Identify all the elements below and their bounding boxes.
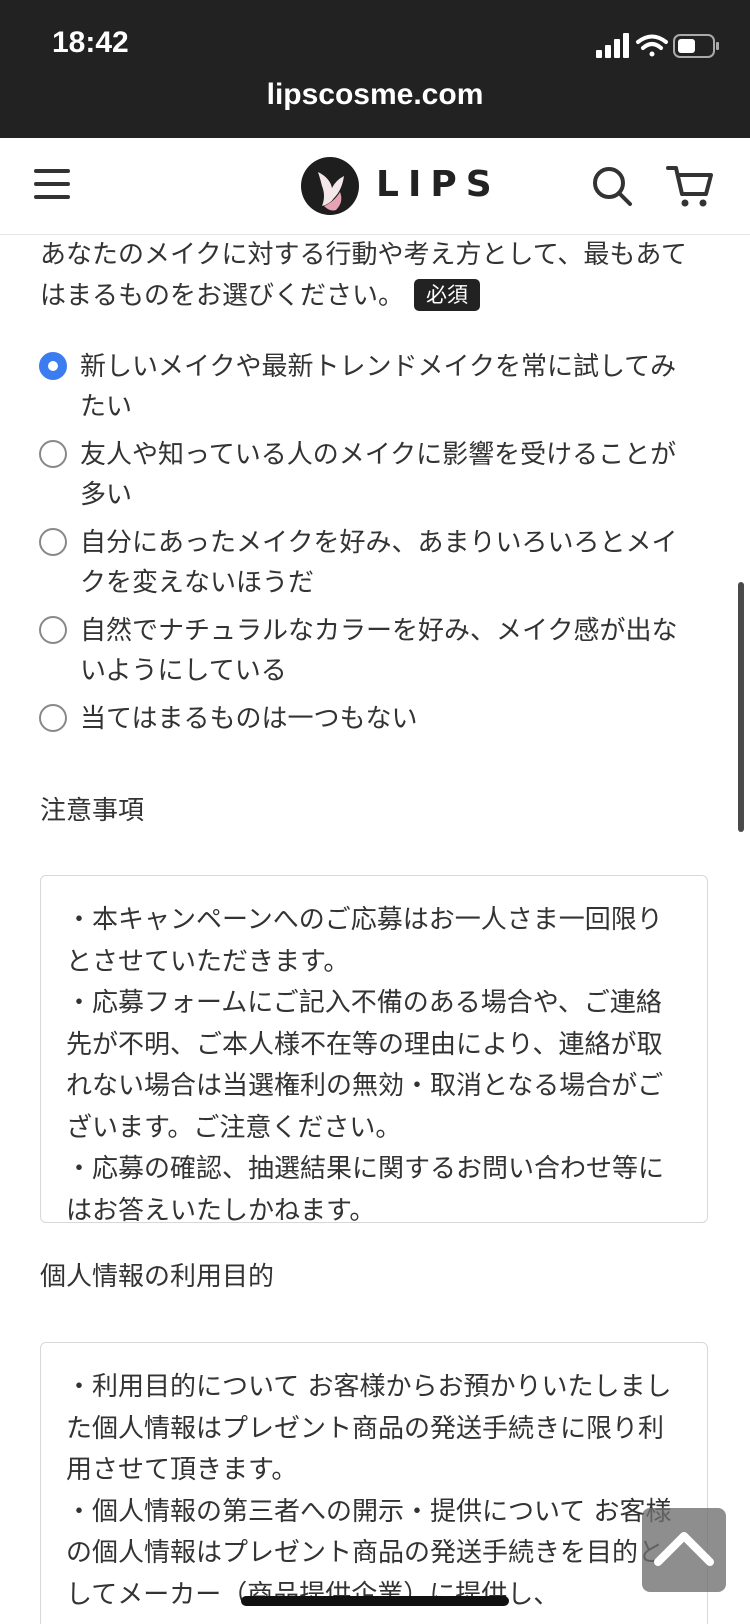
radio-option-label: 自然でナチュラルなカラーを好み、メイク感が出ないようにしている — [80, 616, 678, 686]
notice-scroll-box[interactable]: ・本キャンペーンへのご応募はお一人さま一回限りとさせていただきます。 ・応募フォ… — [40, 875, 708, 1223]
scroll-to-top-button[interactable] — [642, 1508, 726, 1592]
site-header: LIPS — [0, 138, 750, 235]
radio-button[interactable] — [39, 528, 67, 556]
radio-button[interactable] — [39, 616, 67, 644]
hamburger-menu-icon[interactable] — [34, 169, 70, 203]
wifi-icon — [636, 34, 668, 57]
notice-title: 注意事項 — [40, 796, 145, 826]
radio-button-checked[interactable] — [39, 352, 67, 380]
radio-option-label: 当てはまるものは一つもない — [80, 704, 418, 734]
radio-option-5[interactable]: 当てはまるものは一つもない — [38, 699, 698, 739]
logo-mark-icon — [301, 157, 359, 215]
chevron-up-icon — [654, 1532, 714, 1566]
radio-button[interactable] — [39, 440, 67, 468]
logo-text: LIPS — [376, 164, 501, 205]
page-scrollbar[interactable] — [738, 582, 744, 832]
radio-option-label: 新しいメイクや最新トレンドメイクを常に試してみたい — [80, 352, 677, 422]
privacy-title: 個人情報の利用目的 — [40, 1262, 275, 1292]
radio-option-1[interactable]: 新しいメイクや最新トレンドメイクを常に試してみたい — [38, 347, 698, 427]
radio-button[interactable] — [39, 704, 67, 732]
question-text: あなたのメイクに対する行動や考え方として、最もあてはまるものをお選びください。 — [40, 240, 687, 311]
signal-icon — [596, 33, 629, 58]
browser-status-bar: 18:42 lipscosme.com — [0, 0, 750, 138]
page-content[interactable]: あなたのメイクに対する行動や考え方として、最もあてはまるものをお選びください。必… — [0, 235, 750, 1624]
browser-url[interactable]: lipscosme.com — [0, 78, 750, 112]
radio-option-4[interactable]: 自然でナチュラルなカラーを好み、メイク感が出ないようにしている — [38, 611, 698, 691]
question-block: あなたのメイクに対する行動や考え方として、最もあてはまるものをお選びください。必… — [40, 235, 700, 317]
radio-option-label: 友人や知っている人のメイクに影響を受けることが多い — [80, 440, 677, 510]
status-time: 18:42 — [52, 26, 129, 59]
radio-option-3[interactable]: 自分にあったメイクを好み、あまりいろいろとメイクを変えないほうだ — [38, 523, 698, 603]
lips-logo[interactable]: LIPS — [300, 156, 492, 216]
status-icons — [596, 32, 720, 60]
battery-icon — [673, 34, 719, 58]
privacy-scroll-box[interactable]: ・利用目的について お客様からお預かりいたしました個人情報はプレゼント商品の発送… — [40, 1342, 708, 1624]
radio-group: 新しいメイクや最新トレンドメイクを常に試してみたい 友人や知っている人のメイクに… — [38, 347, 698, 739]
required-badge: 必須 — [414, 279, 481, 311]
search-icon[interactable] — [588, 162, 636, 210]
home-indicator[interactable] — [241, 1596, 509, 1606]
radio-option-label: 自分にあったメイクを好み、あまりいろいろとメイクを変えないほうだ — [80, 528, 678, 598]
radio-option-2[interactable]: 友人や知っている人のメイクに影響を受けることが多い — [38, 435, 698, 515]
notice-text: ・本キャンペーンへのご応募はお一人さま一回限りとさせていただきます。 ・応募フォ… — [66, 905, 665, 1223]
privacy-text: ・利用目的について お客様からお預かりいたしました個人情報はプレゼント商品の発送… — [66, 1372, 672, 1610]
cart-icon[interactable] — [664, 160, 716, 212]
